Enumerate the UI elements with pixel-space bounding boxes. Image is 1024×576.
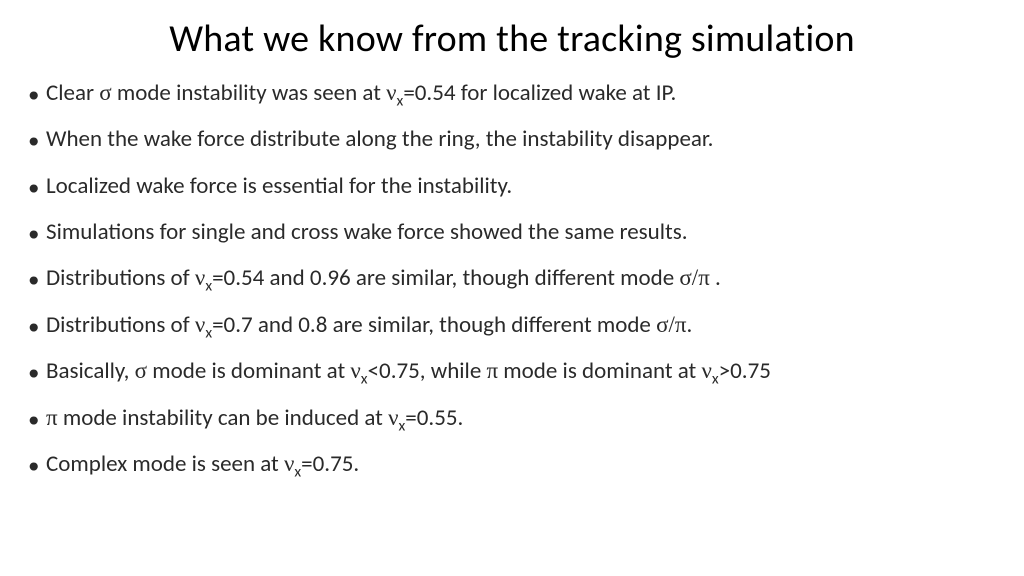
bullet-icon: • xyxy=(28,78,46,110)
bullet-text: Localized wake force is essential for th… xyxy=(46,171,996,201)
list-item: • Localized wake force is essential for … xyxy=(28,171,996,203)
bullet-icon: • xyxy=(28,263,46,295)
bullet-icon: • xyxy=(28,124,46,156)
bullet-text: Simulations for single and cross wake fo… xyxy=(46,217,996,247)
list-item: • π mode instability can be induced at ν… xyxy=(28,403,996,435)
bullet-text: π mode instability can be induced at νx=… xyxy=(46,403,996,433)
list-item: • When the wake force distribute along t… xyxy=(28,124,996,156)
list-item: • Simulations for single and cross wake … xyxy=(28,217,996,249)
bullet-icon: • xyxy=(28,171,46,203)
slide-title: What we know from the tracking simulatio… xyxy=(0,16,1024,62)
list-item: • Clear σ mode instability was seen at ν… xyxy=(28,78,996,110)
bullet-text: Complex mode is seen at νx=0.75. xyxy=(46,449,996,479)
list-item: • Basically, σ mode is dominant at νx<0.… xyxy=(28,356,996,388)
bullet-text: Basically, σ mode is dominant at νx<0.75… xyxy=(46,356,996,386)
slide-body: • Clear σ mode instability was seen at ν… xyxy=(28,78,996,495)
bullet-text: Clear σ mode instability was seen at νx=… xyxy=(46,78,996,108)
slide: What we know from the tracking simulatio… xyxy=(0,0,1024,576)
bullet-icon: • xyxy=(28,356,46,388)
bullet-icon: • xyxy=(28,403,46,435)
list-item: • Complex mode is seen at νx=0.75. xyxy=(28,449,996,481)
list-item: • Distributions of νx=0.54 and 0.96 are … xyxy=(28,263,996,295)
bullet-text: When the wake force distribute along the… xyxy=(46,124,996,154)
list-item: • Distributions of νx=0.7 and 0.8 are si… xyxy=(28,310,996,342)
bullet-text: Distributions of νx=0.54 and 0.96 are si… xyxy=(46,263,996,293)
bullet-icon: • xyxy=(28,310,46,342)
bullet-icon: • xyxy=(28,217,46,249)
bullet-icon: • xyxy=(28,449,46,481)
bullet-text: Distributions of νx=0.7 and 0.8 are simi… xyxy=(46,310,996,340)
